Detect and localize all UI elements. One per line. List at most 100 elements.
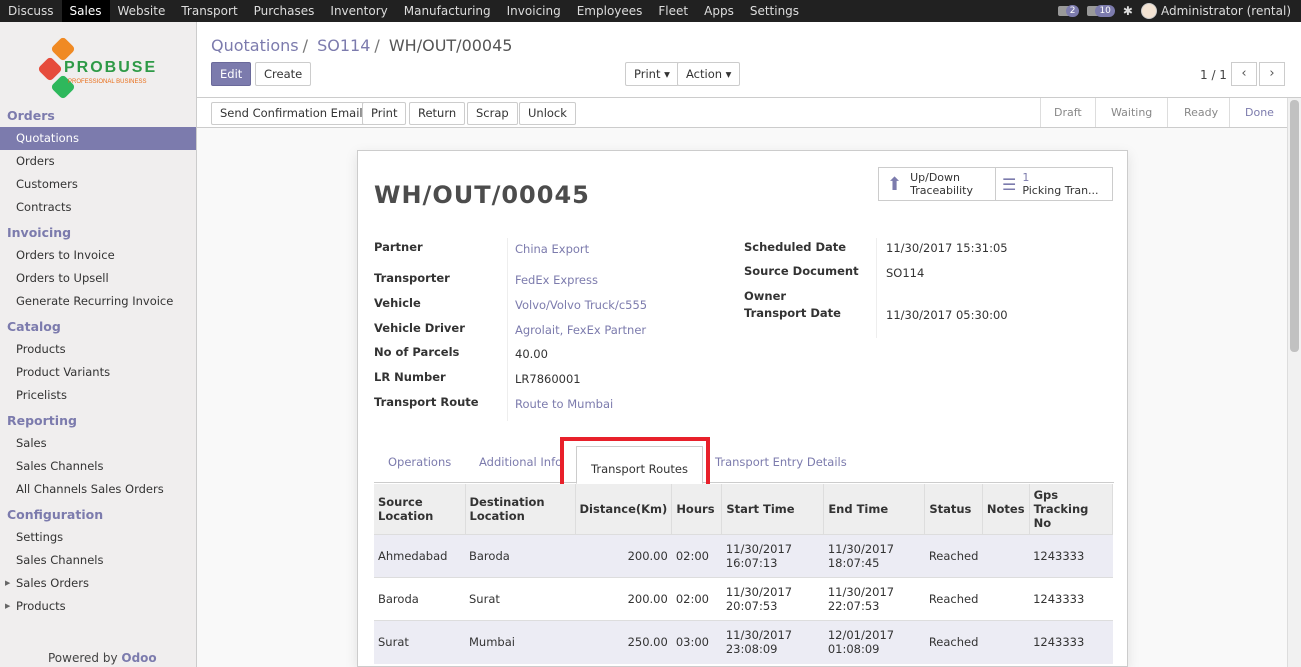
sidebar-item-quotations[interactable]: Quotations [0, 127, 196, 150]
sidebar-item-orders-to-upsell[interactable]: Orders to Upsell [0, 267, 196, 290]
sidebar-item-sales-orders[interactable]: ▶ Sales Orders [0, 572, 196, 595]
send-confirmation-email-button[interactable]: Send Confirmation Email [211, 102, 372, 125]
menu-settings[interactable]: Settings [742, 0, 807, 22]
company-logo[interactable]: PROBUSE PROFESSIONAL BUSINESS [0, 22, 196, 102]
messages-button[interactable]: 2 [1057, 5, 1080, 17]
sidebar-item-orders[interactable]: Orders [0, 150, 196, 173]
menu-fleet[interactable]: Fleet [650, 0, 696, 22]
sidebar-item-product-variants[interactable]: Product Variants [0, 361, 196, 384]
statusbar-divider [1095, 98, 1105, 127]
traceability-smart-button[interactable]: ⬆ Up/Down Traceability [878, 167, 996, 201]
menu-invoicing[interactable]: Invoicing [499, 0, 569, 22]
tab-operations[interactable]: Operations [388, 455, 451, 469]
transport-date-label: Transport Date [744, 306, 841, 320]
col-gps-tracking-no[interactable]: Gps Tracking No [1029, 484, 1114, 535]
breadcrumb-quotations[interactable]: Quotations [211, 36, 299, 55]
breadcrumb-so114[interactable]: SO114 [317, 36, 370, 55]
sidebar-item-generate-recurring-invoice[interactable]: Generate Recurring Invoice [0, 290, 196, 313]
col-hours[interactable]: Hours [671, 484, 723, 535]
col-source-location[interactable]: Source Location [374, 484, 466, 535]
cell-gps: 1243333 [1029, 577, 1113, 621]
menu-transport[interactable]: Transport [173, 0, 245, 22]
list-icon: ☰ [1002, 174, 1017, 194]
col-destination-location[interactable]: Destination Location [465, 484, 576, 535]
transport-date-field: 11/30/2017 05:30:00 [886, 308, 1008, 322]
user-menu[interactable]: Administrator (rental) [1140, 3, 1291, 19]
scrollbar-thumb[interactable] [1290, 100, 1299, 352]
sidebar-item-products[interactable]: Products [0, 338, 196, 361]
col-notes[interactable]: Notes [982, 484, 1030, 535]
vehicle-field[interactable]: Volvo/Volvo Truck/c555 [515, 298, 647, 312]
powered-by-brand[interactable]: Odoo [121, 651, 156, 665]
statusbar-divider [1040, 98, 1050, 127]
tab-transport-entry-details[interactable]: Transport Entry Details [715, 455, 847, 469]
create-button[interactable]: Create [255, 62, 312, 86]
bug-icon[interactable]: ✱ [1123, 4, 1133, 18]
vehicle-driver-field[interactable]: Agrolait, FexEx Partner [515, 323, 646, 337]
edit-button[interactable]: Edit [211, 62, 252, 86]
sidebar-item-pricelists[interactable]: Pricelists [0, 384, 196, 407]
source-document-field: SO114 [886, 266, 925, 280]
cell-status: Reached [924, 534, 983, 578]
logo-hex-orange [50, 36, 76, 62]
scrap-button[interactable]: Scrap [467, 102, 518, 125]
print-button[interactable]: Print [362, 102, 407, 125]
cell-distance: 200.00 [575, 534, 672, 578]
table-row[interactable]: Ahmedabad Baroda 200.00 02:00 11/30/2017… [374, 534, 1113, 578]
transporter-field[interactable]: FedEx Express [515, 273, 598, 287]
previous-record-button[interactable]: ‹ [1231, 62, 1257, 86]
menu-sales[interactable]: Sales [61, 0, 110, 22]
partner-field[interactable]: China Export [515, 242, 589, 256]
stage-ready[interactable]: Ready [1184, 98, 1218, 127]
sidebar-item-config-sales-channels[interactable]: Sales Channels [0, 549, 196, 572]
cell-distance: 200.00 [575, 577, 672, 621]
lr-number-label: LR Number [374, 370, 446, 384]
col-distance[interactable]: Distance(Km) [575, 484, 673, 535]
sidebar-item-customers[interactable]: Customers [0, 173, 196, 196]
sidebar-section-orders: Orders [7, 108, 55, 123]
sidebar-item-orders-to-invoice[interactable]: Orders to Invoice [0, 244, 196, 267]
stage-waiting[interactable]: Waiting [1111, 98, 1152, 127]
sidebar-item-settings[interactable]: Settings [0, 526, 196, 549]
cell-hours: 03:00 [671, 620, 722, 664]
menu-purchases[interactable]: Purchases [246, 0, 323, 22]
transport-route-field[interactable]: Route to Mumbai [515, 397, 613, 411]
tab-additional-info[interactable]: Additional Info [479, 455, 562, 469]
table-row[interactable]: Baroda Surat 200.00 02:00 11/30/2017 20:… [374, 577, 1113, 621]
logo-word: PROBUSE [64, 59, 158, 76]
table-row[interactable]: Surat Mumbai 250.00 03:00 11/30/2017 23:… [374, 620, 1113, 664]
return-button[interactable]: Return [409, 102, 466, 125]
sidebar-item-all-channels-sales-orders[interactable]: All Channels Sales Orders [0, 478, 196, 501]
col-status[interactable]: Status [924, 484, 983, 535]
stage-draft[interactable]: Draft [1054, 98, 1082, 127]
col-end-time[interactable]: End Time [823, 484, 926, 535]
menu-apps[interactable]: Apps [696, 0, 742, 22]
cell-end-time: 11/30/2017 18:07:45 [823, 534, 925, 578]
menu-inventory[interactable]: Inventory [322, 0, 395, 22]
user-name: Administrator (rental) [1160, 4, 1291, 18]
menu-employees[interactable]: Employees [569, 0, 651, 22]
sidebar-item-sales[interactable]: Sales [0, 432, 196, 455]
cell-destination: Surat [465, 577, 575, 621]
menu-website[interactable]: Website [110, 0, 174, 22]
print-dropdown[interactable]: Print ▾ [625, 62, 679, 86]
form-header: Send Confirmation Email Print Return Scr… [197, 98, 1287, 128]
stage-done[interactable]: Done [1245, 98, 1274, 127]
sidebar-item-sales-channels[interactable]: Sales Channels [0, 455, 196, 478]
activities-button[interactable]: 10 [1087, 5, 1115, 17]
field-divider [507, 238, 508, 421]
picking-transfers-smart-button[interactable]: ☰ 1 Picking Tran... [995, 167, 1113, 201]
action-dropdown[interactable]: Action ▾ [677, 62, 741, 86]
pager-value[interactable]: 1 / 1 [1200, 68, 1227, 82]
next-record-button[interactable]: › [1259, 62, 1285, 86]
sidebar-item-contracts[interactable]: Contracts [0, 196, 196, 219]
col-start-time[interactable]: Start Time [721, 484, 825, 535]
field-divider [876, 238, 877, 338]
menu-manufacturing[interactable]: Manufacturing [396, 0, 499, 22]
page-scrollbar[interactable] [1287, 98, 1301, 667]
sidebar-item-config-products[interactable]: ▶ Products [0, 595, 196, 618]
menu-discuss[interactable]: Discuss [0, 0, 62, 22]
cell-source: Baroda [374, 577, 465, 621]
no-of-parcels-label: No of Parcels [374, 345, 460, 359]
unlock-button[interactable]: Unlock [519, 102, 576, 125]
